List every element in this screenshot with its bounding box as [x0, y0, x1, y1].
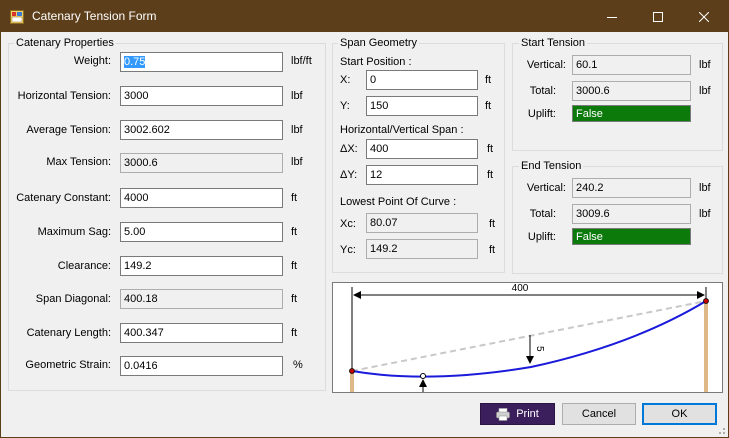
catenary-properties-legend: Catenary Properties: [14, 37, 116, 49]
xc-label: Xc:: [340, 218, 356, 230]
maximum-sag-label: Maximum Sag:: [37, 226, 111, 238]
catenary-constant-unit: ft: [291, 192, 298, 204]
minimize-button[interactable]: [589, 1, 635, 32]
span-geometry-legend: Span Geometry: [338, 37, 420, 49]
yc-unit: ft: [489, 244, 496, 256]
end-vertical-unit: lbf: [699, 182, 711, 194]
start-total-field: 3000.6: [572, 81, 691, 101]
maximize-icon: [653, 11, 663, 22]
end-uplift-label: Uplift:: [527, 231, 556, 243]
catenary-diagram-svg: 400 5: [349, 283, 709, 393]
delta-y-input[interactable]: 12: [366, 165, 478, 185]
delta-x-label: ΔX:: [340, 143, 358, 155]
maximum-sag-unit: ft: [291, 226, 298, 238]
span-diagonal-unit: ft: [291, 293, 298, 305]
start-x-unit: ft: [485, 74, 492, 86]
weight-input[interactable]: 0.75: [120, 52, 283, 72]
start-y-label: Y:: [340, 100, 350, 112]
delta-x-unit: ft: [487, 143, 494, 155]
title-bar: Catenary Tension Form: [1, 1, 728, 32]
maximum-sag-input[interactable]: 5.00: [120, 222, 283, 242]
close-button[interactable]: [681, 1, 727, 32]
geometric-strain-unit: %: [293, 359, 303, 371]
delta-y-label: ΔY:: [340, 169, 358, 181]
start-y-input[interactable]: 150: [366, 96, 478, 116]
catenary-tension-window: Catenary Tension Form Catenary Propertie…: [0, 0, 729, 438]
sag-label: 5: [534, 346, 545, 352]
start-vertical-field: 60.1: [572, 55, 691, 75]
start-y-unit: ft: [485, 100, 492, 112]
end-total-field: 3009.6: [572, 204, 691, 224]
catenary-constant-label: Catenary Constant:: [16, 192, 111, 204]
start-position-heading: Start Position :: [340, 56, 412, 68]
average-tension-unit: lbf: [291, 124, 303, 136]
max-tension-field: 3000.6: [120, 153, 283, 173]
delta-x-input[interactable]: 400: [366, 139, 478, 159]
left-pole: [350, 371, 354, 393]
end-attachment-point: [703, 298, 709, 304]
start-x-label: X:: [340, 74, 351, 86]
catenary-diagram: 400 5: [332, 282, 723, 393]
max-tension-label: Max Tension:: [46, 156, 111, 168]
horizontal-tension-unit: lbf: [291, 90, 303, 102]
clearance-input[interactable]: 149.2: [120, 256, 283, 276]
yc-label: Yc:: [340, 244, 356, 256]
catenary-length-unit: ft: [291, 327, 298, 339]
window-title: Catenary Tension Form: [32, 9, 157, 23]
catenary-constant-input[interactable]: 4000: [120, 188, 283, 208]
lowest-point-heading: Lowest Point Of Curve :: [340, 196, 457, 208]
max-tension-unit: lbf: [291, 156, 303, 168]
average-tension-label: Average Tension:: [26, 124, 111, 136]
start-vertical-unit: lbf: [699, 59, 711, 71]
cancel-button[interactable]: Cancel: [562, 403, 636, 425]
start-total-unit: lbf: [699, 85, 711, 97]
geometric-strain-label: Geometric Strain:: [25, 359, 111, 371]
print-button-label: Print: [516, 408, 539, 420]
minimize-icon: [607, 16, 617, 18]
printer-icon: [496, 407, 510, 421]
lowest-point-dot: [420, 373, 426, 379]
clearance-unit: ft: [291, 260, 298, 272]
ok-button[interactable]: OK: [642, 403, 717, 425]
start-total-label: Total:: [529, 85, 556, 97]
catenary-curve: [351, 300, 707, 378]
span-label: 400: [512, 283, 529, 294]
start-tension-legend: Start Tension: [519, 37, 588, 49]
span-diagonal-field: 400.18: [120, 289, 283, 309]
weight-value: 0.75: [124, 56, 146, 68]
end-uplift-status: False: [572, 228, 691, 245]
clearance-label: Clearance:: [57, 260, 111, 272]
geometric-strain-input[interactable]: 0.0416: [120, 356, 283, 376]
end-tension-legend: End Tension: [519, 160, 584, 172]
print-button[interactable]: Print: [480, 403, 555, 425]
start-x-input[interactable]: 0: [366, 70, 478, 90]
horizontal-tension-label: Horizontal Tension:: [17, 90, 111, 102]
right-pole: [704, 301, 708, 393]
hv-span-heading: Horizontal/Vertical Span :: [340, 124, 464, 136]
end-total-unit: lbf: [699, 208, 711, 220]
start-attachment-point: [349, 368, 355, 374]
close-icon: [699, 11, 709, 22]
yc-field: 149.2: [366, 239, 478, 259]
xc-field: 80.07: [366, 213, 478, 233]
xc-unit: ft: [489, 218, 496, 230]
end-total-label: Total:: [529, 208, 556, 220]
weight-label: Weight:: [73, 55, 111, 67]
end-vertical-field: 240.2: [572, 178, 691, 198]
start-uplift-label: Uplift:: [527, 108, 556, 120]
catenary-length-label: Catenary Length:: [26, 327, 111, 339]
resize-grip-icon[interactable]: [716, 425, 726, 435]
start-vertical-label: Vertical:: [526, 59, 566, 71]
catenary-length-input[interactable]: 400.347: [120, 323, 283, 343]
weight-unit: lbf/ft: [291, 55, 312, 67]
horizontal-tension-input[interactable]: 3000: [120, 86, 283, 106]
start-uplift-status: False: [572, 105, 691, 122]
span-diagonal-label: Span Diagonal:: [35, 293, 111, 305]
chord-line: [351, 300, 707, 372]
maximize-button[interactable]: [635, 1, 681, 32]
delta-y-unit: ft: [487, 169, 494, 181]
form-icon: [10, 10, 24, 24]
average-tension-input[interactable]: 3002.602: [120, 120, 283, 140]
end-vertical-label: Vertical:: [526, 182, 566, 194]
